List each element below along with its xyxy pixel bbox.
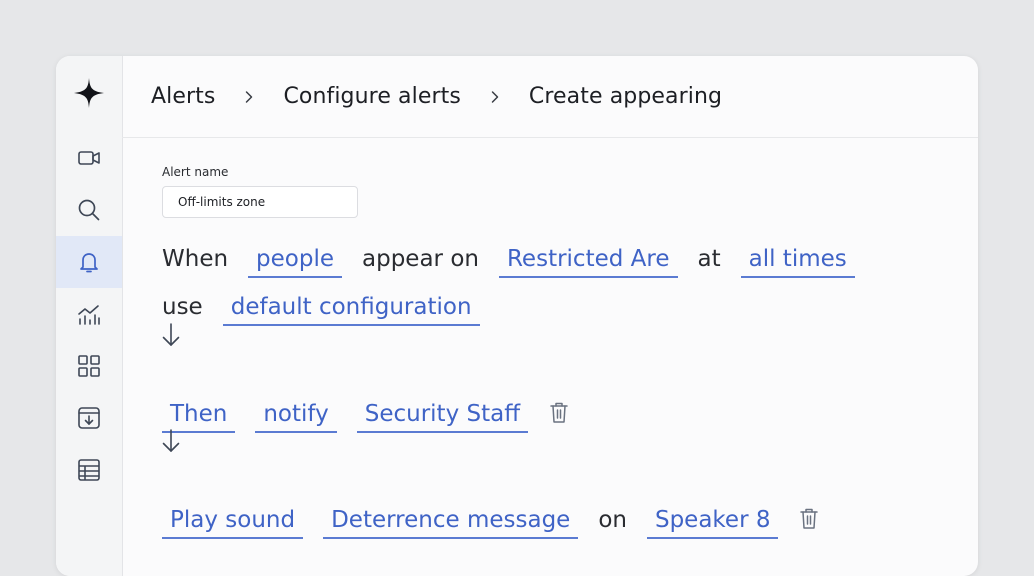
sidebar-item-search[interactable] [56,184,122,236]
recipient-selector[interactable]: Security Staff [356,398,529,433]
sparkle-logo[interactable] [72,76,106,110]
search-icon [78,199,100,221]
sidebar-item-analytics[interactable] [56,288,122,340]
breadcrumb-configure-alerts[interactable]: Configure alerts [283,84,460,109]
use-label: use [162,294,203,320]
subject-selector[interactable]: people [248,243,343,278]
bell-icon [80,253,98,273]
sidebar [56,56,123,576]
when-label: When [162,246,229,272]
analytics-chart-icon [78,305,100,325]
action-sound-row: Play sound Deterrence message on Speaker… [162,504,820,539]
appear-on-label: appear on [362,246,479,272]
zone-selector[interactable]: Restricted Are [498,243,678,278]
rule-condition-row: When people appear on Restricted Are at … [162,243,855,278]
app-window: Alerts Configure alerts Create appearing… [56,56,978,576]
archive-download-icon [78,407,100,429]
arrow-down-icon [162,429,180,452]
grid-icon [78,355,100,377]
chevron-right-icon [242,90,256,104]
alert-name-label: Alert name [162,165,229,179]
sidebar-item-dashboard[interactable] [56,340,122,392]
sidebar-item-alerts[interactable] [56,236,122,288]
message-selector[interactable]: Deterrence message [323,504,579,539]
notify-selector[interactable]: notify [255,398,337,433]
breadcrumb-alerts[interactable]: Alerts [151,84,215,109]
breadcrumb-current-page: Create appearing [528,84,723,109]
play-sound-selector[interactable]: Play sound [162,504,304,539]
rule-config-row: use default configuration [162,291,480,326]
sidebar-item-table[interactable] [56,444,122,496]
sidebar-item-video[interactable] [56,132,122,184]
sidebar-item-archive[interactable] [56,392,122,444]
arrow-down-icon [162,323,180,346]
trash-icon[interactable] [798,507,820,531]
speaker-selector[interactable]: Speaker 8 [646,504,779,539]
video-camera-icon [78,151,100,165]
chevron-right-icon [488,90,502,104]
configuration-selector[interactable]: default configuration [222,291,480,326]
trash-icon[interactable] [548,401,570,425]
time-selector[interactable]: all times [740,243,855,278]
on-label: on [598,507,627,533]
at-label: at [697,246,721,272]
breadcrumb: Alerts Configure alerts Create appearing [122,56,978,138]
action-notify-row: Then notify Security Staff [162,398,570,433]
alert-form: Alert name When people appear on Restric… [162,137,978,576]
alert-name-input[interactable] [162,186,358,218]
table-icon [78,459,100,481]
